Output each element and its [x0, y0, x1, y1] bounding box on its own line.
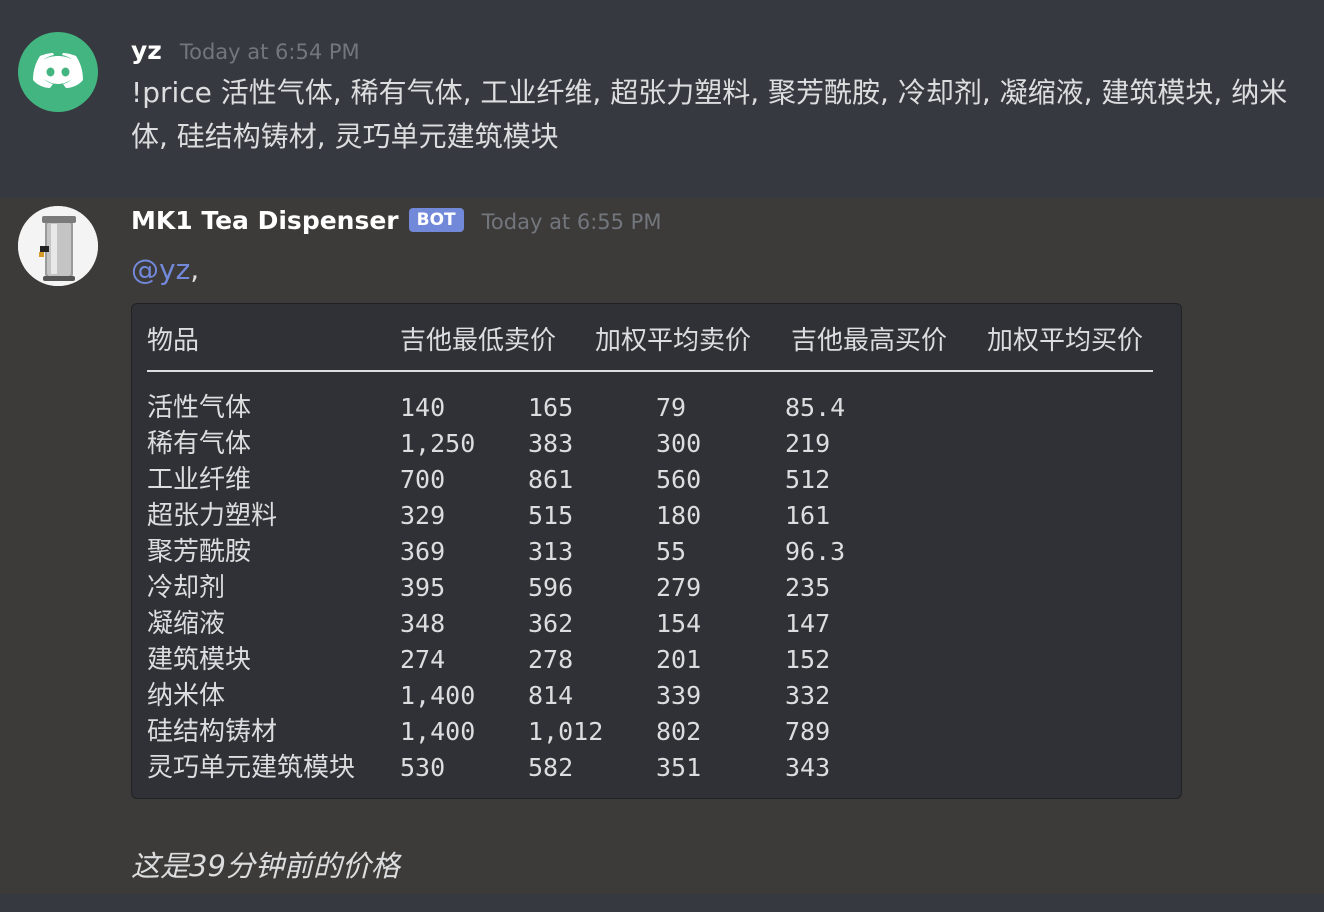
price-cell: 79	[656, 393, 687, 422]
item-name: 硅结构铸材	[147, 717, 278, 747]
price-cell: 596	[528, 573, 574, 602]
column-header-weighted-avg-sell: 加权平均卖价	[595, 326, 752, 356]
tea-dispenser-icon	[18, 206, 98, 286]
table-row: 硅结构铸材 1,400 1,012 802 789	[132, 714, 1181, 750]
avatar-yz[interactable]	[18, 32, 98, 112]
price-cell: 814	[528, 681, 574, 710]
price-table-codeblock: 物品 吉他最低卖价 加权平均卖价 吉他最高买价 加权平均买价 活性气体 140 16…	[131, 303, 1182, 799]
price-cell: 219	[785, 429, 831, 458]
price-cell: 362	[528, 609, 574, 638]
table-row: 聚芳酰胺 369 313 55 96.3	[132, 534, 1181, 570]
price-cell: 348	[400, 609, 446, 638]
price-cell: 789	[785, 717, 831, 746]
timestamp: Today at 6:55 PM	[481, 210, 662, 234]
price-cell: 515	[528, 501, 574, 530]
price-cell: 395	[400, 573, 446, 602]
column-header-jita-max-buy: 吉他最高买价	[791, 326, 948, 356]
item-name: 纳米体	[147, 681, 226, 711]
item-name: 建筑模块	[147, 645, 252, 675]
item-name: 稀有气体	[147, 429, 252, 459]
price-cell: 201	[656, 645, 702, 674]
price-cell: 700	[400, 465, 446, 494]
price-cell: 165	[528, 393, 574, 422]
price-cell: 369	[400, 537, 446, 566]
price-cell: 161	[785, 501, 831, 530]
table-row: 工业纤维 700 861 560 512	[132, 462, 1181, 498]
item-name: 冷却剂	[147, 573, 226, 603]
column-header-jita-min-sell: 吉他最低卖价	[400, 326, 557, 356]
item-name: 超张力塑料	[147, 501, 278, 531]
header-separator	[147, 370, 1153, 372]
message-user-yz: yz Today at 6:54 PM !price 活性气体, 稀有气体, 工…	[0, 0, 1324, 198]
column-header-weighted-avg-buy: 加权平均买价	[987, 326, 1144, 356]
chat-bottom-divider	[0, 894, 1324, 912]
price-cell: 96.3	[785, 537, 846, 566]
table-row: 超张力塑料 329 515 180 161	[132, 498, 1181, 534]
avatar-bot[interactable]	[18, 206, 98, 286]
bot-badge: BOT	[408, 208, 464, 232]
table-row: 灵巧单元建筑模块 530 582 351 343	[132, 750, 1181, 786]
timestamp: Today at 6:54 PM	[179, 40, 360, 64]
price-cell: 279	[656, 573, 702, 602]
message-header: yz Today at 6:54 PM	[131, 36, 360, 65]
username[interactable]: yz	[131, 36, 162, 65]
price-cell: 55	[656, 537, 687, 566]
item-name: 聚芳酰胺	[147, 537, 252, 567]
price-cell: 802	[656, 717, 702, 746]
price-cell: 351	[656, 753, 702, 782]
item-name: 工业纤维	[147, 465, 252, 495]
bot-footer-note: 这是39分钟前的价格	[131, 849, 400, 883]
price-cell: 512	[785, 465, 831, 494]
price-cell: 343	[785, 753, 831, 782]
price-cell: 861	[528, 465, 574, 494]
message-header: MK1 Tea Dispenser BOT Today at 6:55 PM	[131, 206, 661, 236]
price-cell: 383	[528, 429, 574, 458]
table-row: 活性气体 140 165 79 85.4	[132, 390, 1181, 426]
table-row: 冷却剂 395 596 279 235	[132, 570, 1181, 606]
message-content: !price 活性气体, 稀有气体, 工业纤维, 超张力塑料, 聚芳酰胺, 冷却…	[131, 76, 1288, 153]
item-name: 灵巧单元建筑模块	[147, 753, 356, 783]
price-cell: 1,400	[400, 717, 476, 746]
table-row: 纳米体 1,400 814 339 332	[132, 678, 1181, 714]
price-cell: 332	[785, 681, 831, 710]
table-row: 建筑模块 274 278 201 152	[132, 642, 1181, 678]
price-cell: 313	[528, 537, 574, 566]
price-cell: 530	[400, 753, 446, 782]
price-cell: 582	[528, 753, 574, 782]
price-cell: 180	[656, 501, 702, 530]
price-cell: 329	[400, 501, 446, 530]
price-cell: 1,400	[400, 681, 476, 710]
mention-suffix: ,	[190, 253, 200, 286]
mention-line: @yz,	[131, 250, 199, 290]
price-cell: 1,012	[528, 717, 604, 746]
price-cell: 1,250	[400, 429, 476, 458]
price-cell: 140	[400, 393, 446, 422]
table-row: 凝缩液 348 362 154 147	[132, 606, 1181, 642]
price-cell: 274	[400, 645, 446, 674]
price-cell: 154	[656, 609, 702, 638]
item-name: 活性气体	[147, 393, 252, 423]
column-header-item: 物品	[147, 326, 200, 356]
price-cell: 85.4	[785, 393, 846, 422]
discord-logo-icon	[33, 53, 83, 88]
mention-yz[interactable]: @yz	[131, 253, 190, 286]
price-cell: 300	[656, 429, 702, 458]
price-cell: 235	[785, 573, 831, 602]
price-cell: 152	[785, 645, 831, 674]
price-cell: 278	[528, 645, 574, 674]
price-cell: 560	[656, 465, 702, 494]
table-row: 稀有气体 1,250 383 300 219	[132, 426, 1181, 462]
item-name: 凝缩液	[147, 609, 226, 639]
price-cell: 147	[785, 609, 831, 638]
price-cell: 339	[656, 681, 702, 710]
username[interactable]: MK1 Tea Dispenser	[131, 206, 399, 235]
